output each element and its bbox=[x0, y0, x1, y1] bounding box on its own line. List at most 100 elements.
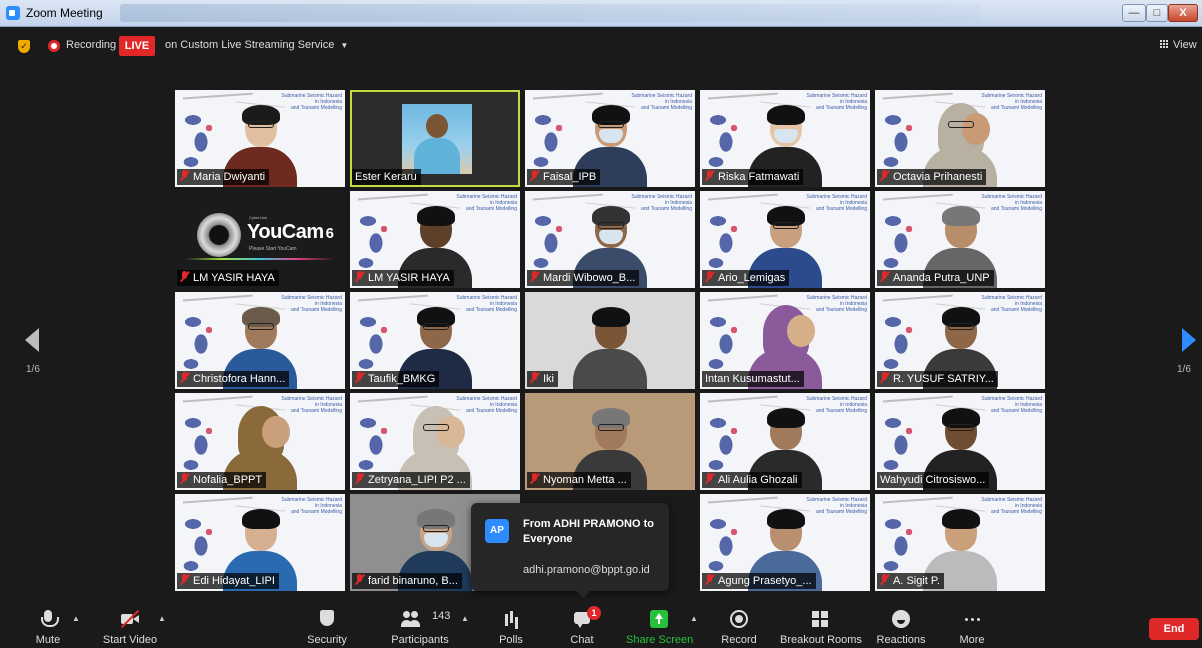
participant-name-tag: Riska Fatmawati bbox=[702, 169, 804, 185]
hair bbox=[767, 408, 805, 428]
calligraphy-background bbox=[354, 411, 394, 481]
close-window-button[interactable]: X bbox=[1168, 4, 1198, 22]
mute-button[interactable]: Mute bbox=[28, 600, 68, 648]
participant-tile[interactable]: Nyoman Metta ... bbox=[525, 393, 695, 490]
end-meeting-button[interactable]: End bbox=[1149, 618, 1199, 640]
participants-icon bbox=[401, 610, 419, 628]
face bbox=[437, 416, 465, 448]
hair bbox=[242, 509, 280, 529]
participant-tile[interactable]: Submarine Seismic Hazard in Indonesia an… bbox=[350, 292, 520, 389]
calligraphy-background bbox=[879, 209, 919, 279]
participant-tile[interactable]: Ester Keraru bbox=[350, 90, 520, 187]
face bbox=[262, 416, 290, 448]
participant-name-tag: Taufik_BMKG bbox=[352, 371, 440, 387]
participant-name: Ananda Putra_UNP bbox=[893, 272, 990, 284]
hijab bbox=[938, 103, 990, 159]
shield-icon bbox=[320, 610, 334, 626]
record-button[interactable]: Record bbox=[718, 600, 760, 648]
share-screen-button[interactable]: Share Screen bbox=[626, 600, 693, 648]
participant-name: Mardi Wibowo_B... bbox=[543, 272, 636, 284]
participant-tile[interactable]: Submarine Seismic Hazard in Indonesia an… bbox=[175, 292, 345, 389]
participant-tile[interactable]: CyberLink YouCam 6 Please Start YouCam LM YA… bbox=[175, 191, 345, 288]
participant-name: Zetryana_LIPI P2 ... bbox=[368, 474, 466, 486]
participants-options-caret-icon[interactable]: ▲ bbox=[461, 614, 469, 623]
participant-tile[interactable]: Submarine Seismic Hazard in Indonesia an… bbox=[875, 90, 1045, 187]
chat-label: Chat bbox=[570, 634, 594, 646]
participant-tile[interactable]: Submarine Seismic Hazard in Indonesia an… bbox=[700, 494, 870, 591]
breakout-rooms-label: Breakout Rooms bbox=[780, 634, 862, 646]
share-options-caret-icon[interactable]: ▲ bbox=[690, 614, 698, 623]
participant-tile[interactable]: Submarine Seismic Hazard in Indonesia an… bbox=[700, 191, 870, 288]
participant-name: Wahyudi Citrosiswo... bbox=[880, 474, 986, 486]
next-page-arrow-icon[interactable] bbox=[1182, 328, 1196, 352]
body bbox=[414, 138, 460, 174]
calligraphy-background bbox=[354, 310, 394, 380]
mic-muted-icon bbox=[180, 372, 189, 383]
encryption-shield-icon[interactable]: ✓ bbox=[18, 40, 30, 53]
glasses bbox=[948, 323, 974, 330]
participant-name-tag: Ananda Putra_UNP bbox=[877, 270, 994, 286]
hijab bbox=[238, 406, 290, 462]
participant-tile[interactable]: Submarine Seismic Hazard in Indonesia an… bbox=[700, 90, 870, 187]
recording-label[interactable]: Recording bbox=[66, 39, 116, 51]
participant-tile[interactable]: Submarine Seismic Hazard in Indonesia an… bbox=[525, 191, 695, 288]
breakout-rooms-button[interactable]: Breakout Rooms bbox=[780, 600, 862, 648]
live-stream-service-dropdown[interactable]: on Custom Live Streaming Service ▼ bbox=[165, 39, 348, 51]
hair bbox=[592, 307, 630, 327]
participant-tile[interactable]: Submarine Seismic Hazard in Indonesia an… bbox=[175, 393, 345, 490]
participant-tile[interactable]: Submarine Seismic Hazard in Indonesia an… bbox=[875, 393, 1045, 490]
participant-tile[interactable]: Submarine Seismic Hazard in Indonesia an… bbox=[525, 90, 695, 187]
breakout-rooms-icon bbox=[811, 610, 829, 628]
meeting-status-bar: ✓ Recording LIVE on Custom Live Streamin… bbox=[0, 27, 1202, 65]
participant-name: Faisal_IPB bbox=[543, 171, 597, 183]
video-options-caret-icon[interactable]: ▲ bbox=[158, 614, 166, 623]
participant-name: Riska Fatmawati bbox=[718, 171, 800, 183]
glasses bbox=[598, 424, 624, 431]
mic-muted-icon bbox=[180, 473, 189, 484]
audio-options-caret-icon[interactable]: ▲ bbox=[72, 614, 80, 623]
participant-tile[interactable]: Submarine Seismic Hazard in Indonesia an… bbox=[875, 191, 1045, 288]
start-video-label: Start Video bbox=[102, 634, 158, 646]
participant-tile[interactable]: Submarine Seismic Hazard in Indonesia an… bbox=[875, 494, 1045, 591]
previous-page-arrow-icon[interactable] bbox=[25, 328, 39, 352]
participant-tile[interactable]: Submarine Seismic Hazard in Indonesia an… bbox=[175, 494, 345, 591]
mic-muted-icon bbox=[530, 271, 539, 282]
view-label: View bbox=[1173, 39, 1197, 51]
window-titlebar: Zoom Meeting — □ X bbox=[0, 0, 1202, 27]
participant-name: Octavia Prihanesti bbox=[893, 171, 983, 183]
glasses bbox=[598, 121, 624, 128]
calligraphy-background bbox=[704, 310, 744, 380]
participant-tile[interactable]: Submarine Seismic Hazard in Indonesia an… bbox=[875, 292, 1045, 389]
participant-name-tag: A. Sigit P. bbox=[877, 573, 944, 589]
polls-button[interactable]: Polls bbox=[493, 600, 529, 648]
participant-tile[interactable]: Submarine Seismic Hazard in Indonesia an… bbox=[350, 393, 520, 490]
mic-muted-icon bbox=[880, 170, 889, 181]
glasses bbox=[423, 323, 449, 330]
participant-tile[interactable]: Iki bbox=[525, 292, 695, 389]
security-button[interactable]: Security bbox=[302, 600, 352, 648]
view-button[interactable]: View bbox=[1160, 39, 1197, 51]
participant-tile[interactable]: Submarine Seismic Hazard in Indonesia an… bbox=[700, 292, 870, 389]
participants-button[interactable]: 143 Participants bbox=[388, 600, 452, 648]
participant-name-tag: Edi Hidayat_LIPI bbox=[177, 573, 279, 589]
reactions-button[interactable]: Reactions bbox=[876, 600, 926, 648]
participant-name: A. Sigit P. bbox=[893, 575, 940, 587]
participant-name-tag: Agung Prasetyo_... bbox=[702, 573, 816, 589]
participant-tile[interactable]: Submarine Seismic Hazard in Indonesia an… bbox=[350, 191, 520, 288]
glasses bbox=[598, 222, 624, 229]
more-button[interactable]: More bbox=[952, 600, 992, 648]
youcam-color-bar bbox=[185, 258, 335, 260]
minimize-button[interactable]: — bbox=[1122, 4, 1146, 22]
maximize-button[interactable]: □ bbox=[1146, 4, 1168, 22]
start-video-button[interactable]: Start Video bbox=[98, 600, 162, 648]
chat-notification-popup[interactable]: AP From ADHI PRAMONO to Everyone adhi.pr… bbox=[471, 503, 669, 598]
youcam-title: YouCam 6 bbox=[247, 221, 334, 244]
participant-name-tag: Wahyudi Citrosiswo... bbox=[877, 472, 990, 488]
mic-muted-icon bbox=[705, 271, 714, 282]
participant-name: Agung Prasetyo_... bbox=[718, 575, 812, 587]
participant-tile[interactable]: Submarine Seismic Hazard in Indonesia an… bbox=[700, 393, 870, 490]
participant-tile[interactable]: Submarine Seismic Hazard in Indonesia an… bbox=[175, 90, 345, 187]
participant-name: Ario_Lemigas bbox=[718, 272, 786, 284]
mic-muted-icon bbox=[880, 574, 889, 585]
mic-muted-icon bbox=[355, 473, 364, 484]
